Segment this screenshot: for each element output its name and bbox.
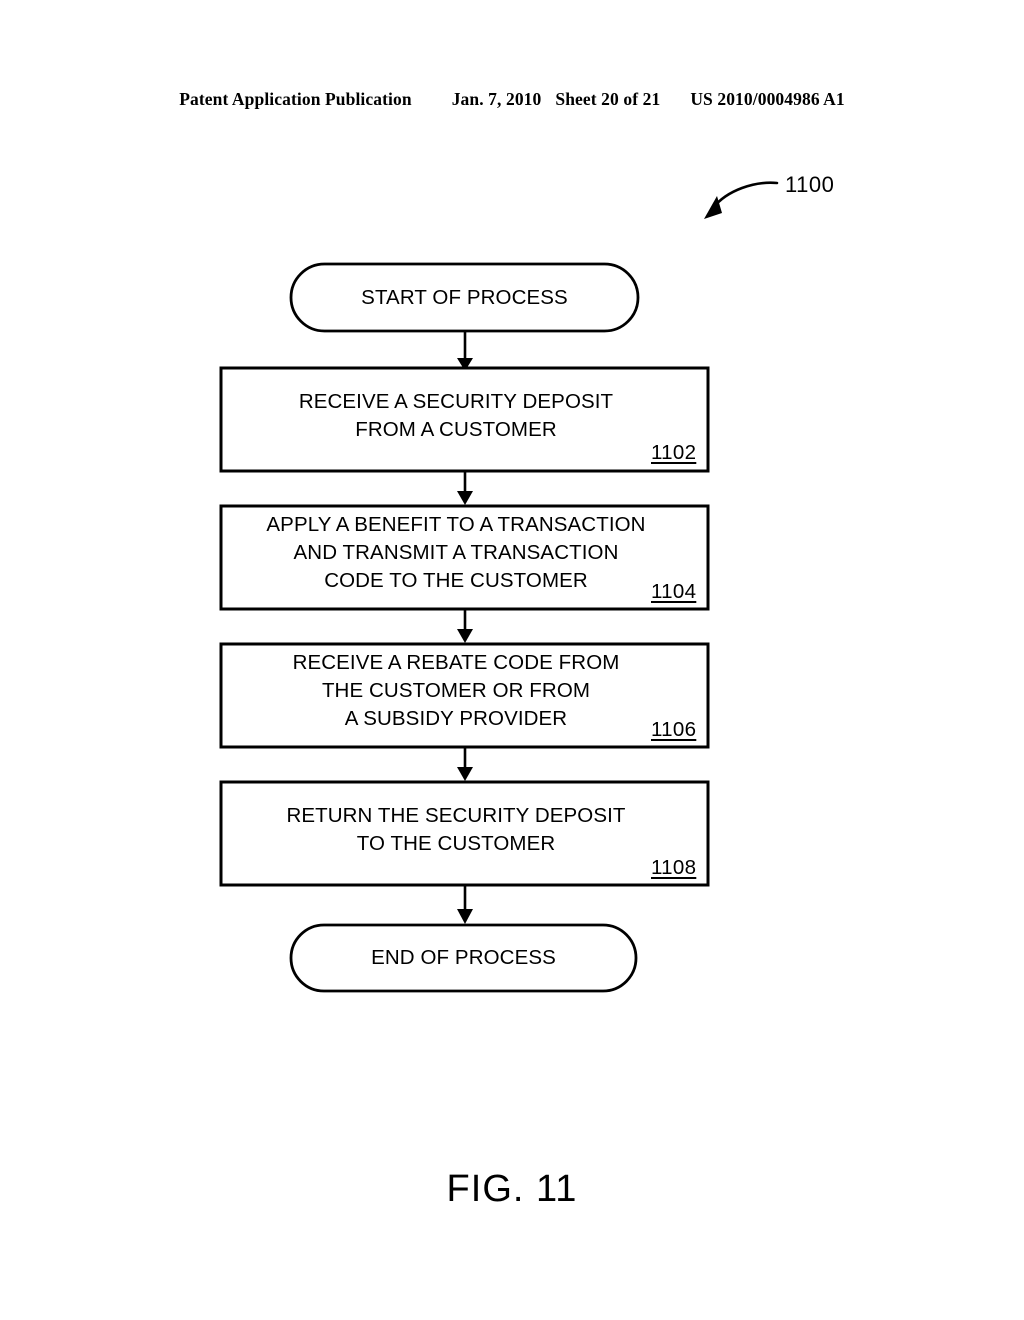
- step-1104-line-3: CODE TO THE CUSTOMER: [324, 569, 588, 592]
- figure-caption: FIG. 11: [446, 1168, 578, 1210]
- connector-1104-to-1106: [457, 609, 473, 643]
- step-1104-line-1: APPLY A BENEFIT TO A TRANSACTION: [266, 513, 646, 536]
- callout-reference-1100: 1100: [785, 172, 835, 197]
- step-1102-reference: 1102: [651, 441, 697, 464]
- step-box-1108-label: RETURN THE SECURITY DEPOSIT TO THE CUSTO…: [221, 782, 691, 878]
- step-box-1102-label: RECEIVE A SECURITY DEPOSIT FROM A CUSTOM…: [221, 368, 691, 464]
- step-1108-reference: 1108: [651, 856, 697, 879]
- connector-1102-to-1104: [457, 471, 473, 505]
- end-node-label: END OF PROCESS: [291, 925, 636, 991]
- step-1104-reference: 1104: [651, 580, 697, 603]
- step-1104-line-2: AND TRANSMIT A TRANSACTION: [293, 541, 619, 564]
- start-node-label: START OF PROCESS: [291, 264, 638, 331]
- step-1108-line-1: RETURN THE SECURITY DEPOSIT: [286, 804, 626, 827]
- end-node-text: END OF PROCESS: [371, 946, 556, 969]
- step-1108-line-2: TO THE CUSTOMER: [356, 832, 556, 855]
- start-node-text: START OF PROCESS: [361, 285, 568, 309]
- connector-1108-to-end: [457, 885, 473, 924]
- callout-leader-1100: [704, 181, 779, 219]
- step-1106-line-1: RECEIVE A REBATE CODE FROM: [292, 651, 620, 674]
- step-1106-line-2: THE CUSTOMER OR FROM: [321, 679, 591, 702]
- step-box-1106-label: RECEIVE A REBATE CODE FROM THE CUSTOMER …: [221, 644, 691, 738]
- step-box-1104-label: APPLY A BENEFIT TO A TRANSACTION AND TRA…: [221, 506, 691, 600]
- connector-1106-to-1108: [457, 747, 473, 781]
- step-1106-reference: 1106: [651, 718, 697, 741]
- step-1102-line-1: RECEIVE A SECURITY DEPOSIT: [298, 390, 614, 413]
- step-1106-line-3: A SUBSIDY PROVIDER: [344, 707, 568, 730]
- connector-start-to-1102: [457, 331, 473, 371]
- step-1102-line-2: FROM A CUSTOMER: [355, 418, 557, 441]
